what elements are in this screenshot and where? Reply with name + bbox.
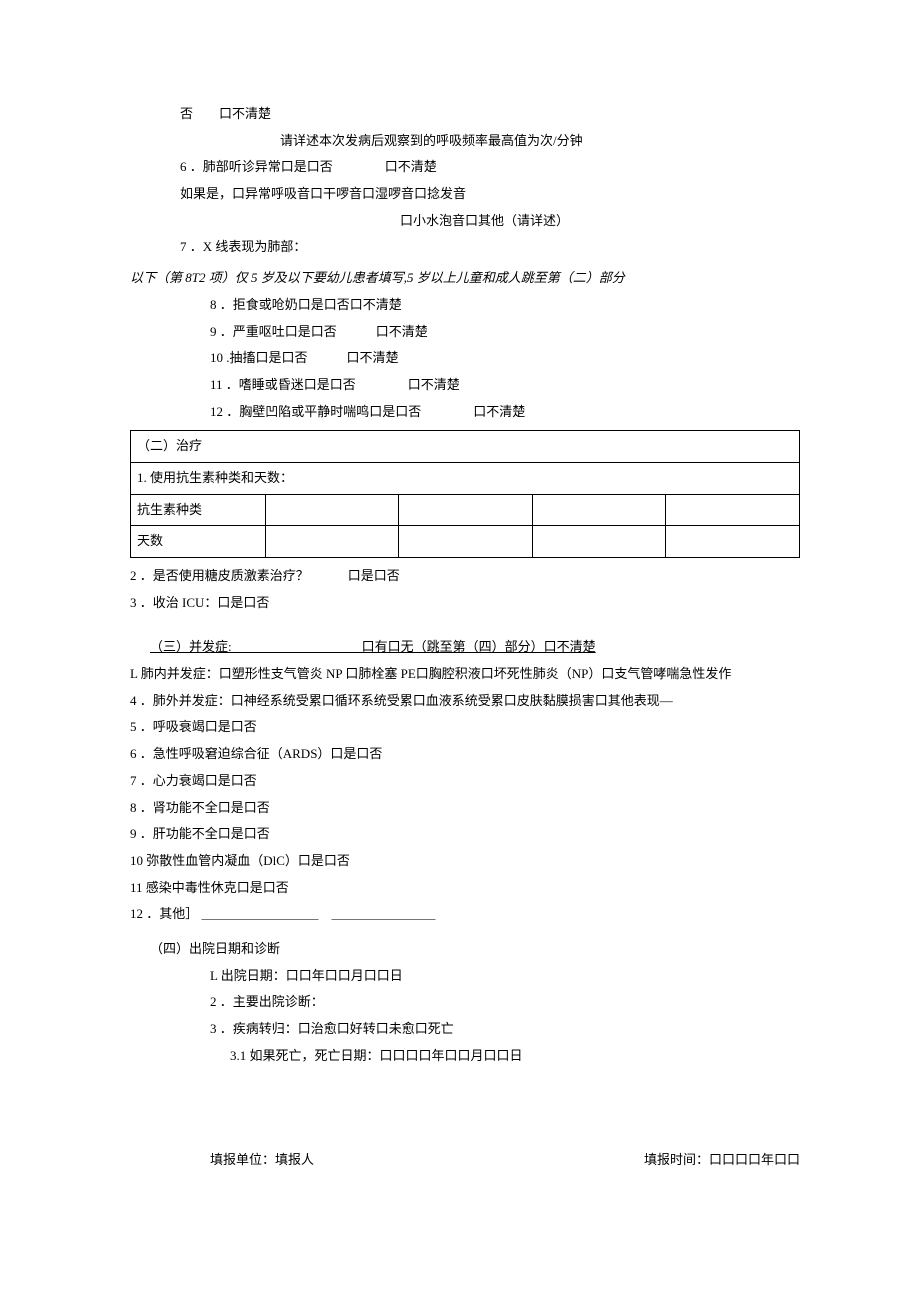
days-cell-1[interactable] <box>265 526 399 558</box>
days-cell-4[interactable] <box>666 526 800 558</box>
footer: 填报单位：填报人 填报时间：口口口口年口口 <box>130 1148 800 1173</box>
line-top2: 请详述本次发病后观察到的呼吸频率最高值为次/分钟 <box>130 129 800 154</box>
section2-title: （二）治疗 <box>131 431 800 463</box>
line-q6: 6 ．肺部听诊异常口是口否 口不清楚 <box>130 155 800 180</box>
complication-1: L 肺内并发症：口塑形性支气管炎 NP 口肺栓塞 PE口胸腔积液口坏死性肺炎（N… <box>130 662 800 687</box>
disease-outcome: 3 ．疾病转归：口治愈口好转口未愈口死亡 <box>130 1017 800 1042</box>
line-q8: 8 ．拒食或呛奶口是口否口不清楚 <box>130 293 800 318</box>
complication-9: 9 ．肝功能不全口是口否 <box>130 822 800 847</box>
line-q10: 10 .抽搐口是口否 口不清楚 <box>130 346 800 371</box>
footer-reporter: 填报单位：填报人 <box>210 1148 644 1173</box>
line-q11: 11 ．嗜睡或昏迷口是口否 口不清楚 <box>130 373 800 398</box>
child-section-note: 以下（第 8T2 项）仅 5 岁及以下要幼儿患者填写,5 岁以上儿童和成人跳至第… <box>130 266 800 291</box>
line-q7: 7 ．X 线表现为肺部： <box>130 235 800 260</box>
antibiotic-type-label: 抗生素种类 <box>131 494 266 526</box>
line-q6-sub: 如果是，口异常呼吸音口干啰音口湿啰音口捻发音 <box>130 182 800 207</box>
complication-4: 4 ．肺外并发症：口神经系统受累口循环系统受累口血液系统受累口皮肤黏膜损害口其他… <box>130 689 800 714</box>
section3-header: （三）并发症: 口有口无（跳至第（四）部分）口不清楚 <box>130 635 800 660</box>
complication-6: 6 ．急性呼吸窘迫综合征（ARDS）口是口否 <box>130 742 800 767</box>
line-q9: 9 ．严重呕吐口是口否 口不清楚 <box>130 320 800 345</box>
complication-10: 10 弥散性血管内凝血（DlC）口是口否 <box>130 849 800 874</box>
antibiotic-type-cell-1[interactable] <box>265 494 399 526</box>
death-date: 3.1 如果死亡，死亡日期：口口口口年口口月口口日 <box>130 1044 800 1069</box>
antibiotic-type-cell-2[interactable] <box>399 494 533 526</box>
line-q6-sub2: 口小水泡音口其他（请详述） <box>130 209 800 234</box>
discharge-diagnosis: 2 ．主要出院诊断： <box>130 990 800 1015</box>
section2-item1: 1. 使用抗生素种类和天数： <box>131 462 800 494</box>
footer-report-time: 填报时间：口口口口年口口 <box>644 1148 800 1173</box>
days-cell-3[interactable] <box>532 526 666 558</box>
days-label: 天数 <box>131 526 266 558</box>
line-q12: 12 ．胸壁凹陷或平静时喘鸣口是口否 口不清楚 <box>130 400 800 425</box>
complication-7: 7 ．心力衰竭口是口否 <box>130 769 800 794</box>
section4-title: （四）出院日期和诊断 <box>130 937 800 962</box>
discharge-date: L 出院日期：口口年口口月口口日 <box>130 964 800 989</box>
antibiotic-type-cell-4[interactable] <box>666 494 800 526</box>
section2-item2: 2 ．是否使用糖皮质激素治疗？ 口是口否 <box>130 564 800 589</box>
complication-11: 11 感染中毒性休克口是口否 <box>130 876 800 901</box>
complication-8: 8 ．肾功能不全口是口否 <box>130 796 800 821</box>
complication-12: 12 ．其他］ ＿＿＿＿＿＿＿＿＿ ＿＿＿＿＿＿＿＿ <box>130 902 800 927</box>
days-cell-2[interactable] <box>399 526 533 558</box>
treatment-table: （二）治疗 1. 使用抗生素种类和天数： 抗生素种类 天数 <box>130 430 800 558</box>
line-top1: 否 口不清楚 <box>130 102 800 127</box>
antibiotic-type-cell-3[interactable] <box>532 494 666 526</box>
section2-item3: 3 ．收治 ICU：口是口否 <box>130 591 800 616</box>
complication-5: 5 ．呼吸衰竭口是口否 <box>130 715 800 740</box>
